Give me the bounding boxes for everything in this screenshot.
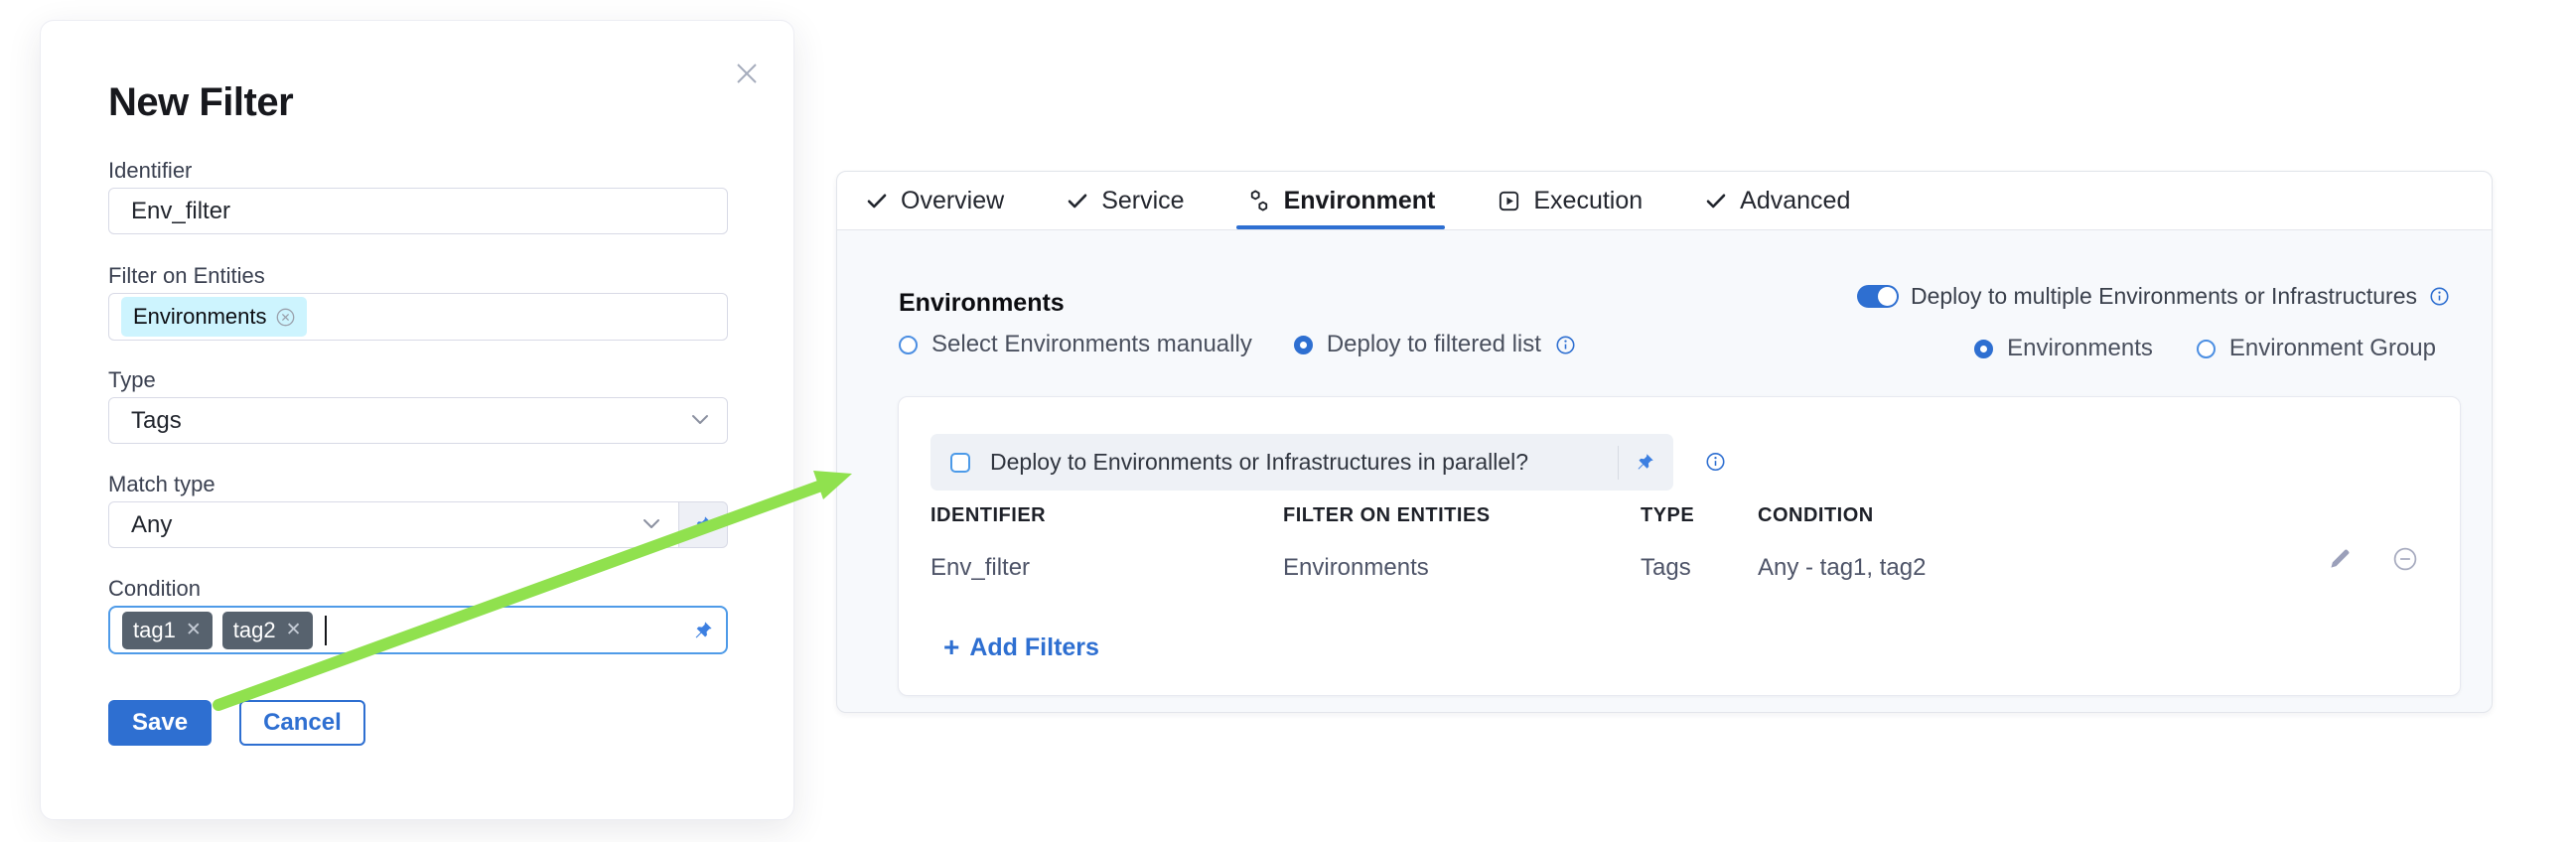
tab-service[interactable]: Service <box>1066 172 1184 229</box>
filter-on-entities-label: Filter on Entities <box>108 263 265 289</box>
tab-label: Service <box>1101 187 1184 215</box>
condition-chip-label: tag1 <box>133 618 176 643</box>
chevron-down-icon <box>643 516 660 534</box>
type-value: Tags <box>109 407 182 435</box>
pin-icon <box>692 514 714 536</box>
radio-icon[interactable] <box>899 336 918 354</box>
toggle-knob <box>1878 287 1897 306</box>
tab-advanced[interactable]: Advanced <box>1704 172 1850 229</box>
save-button[interactable]: Save <box>108 700 212 746</box>
condition-chip[interactable]: tag2 ✕ <box>222 612 313 649</box>
match-type-pin-button[interactable] <box>679 501 728 548</box>
tab-execution[interactable]: Execution <box>1497 172 1643 229</box>
environment-icon <box>1246 188 1272 213</box>
modal-title: New Filter <box>108 80 293 125</box>
parallel-checkbox[interactable] <box>950 453 970 473</box>
tab-overview[interactable]: Overview <box>865 172 1004 229</box>
type-label: Type <box>108 367 156 393</box>
radio-icon[interactable] <box>2197 340 2216 358</box>
tab-label: Overview <box>901 187 1004 215</box>
parallel-option-bar: Deploy to Environments or Infrastructure… <box>930 434 1673 491</box>
check-icon <box>1704 189 1728 212</box>
cell-type: Tags <box>1641 554 1691 582</box>
cell-identifier: Env_filter <box>930 554 1030 582</box>
plus-icon: + <box>943 632 959 663</box>
check-icon <box>1066 189 1089 212</box>
entities-chip[interactable]: Environments <box>121 297 307 337</box>
pin-icon <box>692 620 714 641</box>
identifier-label: Identifier <box>108 158 192 184</box>
minus-circle-icon <box>2392 546 2418 572</box>
pin-icon <box>1635 452 1655 473</box>
chip-remove-icon[interactable]: ✕ <box>286 621 302 639</box>
radio-label: Deploy to filtered list <box>1327 331 1541 358</box>
check-icon <box>865 189 889 212</box>
tab-label: Advanced <box>1740 187 1850 215</box>
col-header-identifier: IDENTIFIER <box>930 504 1046 527</box>
edit-filter-button[interactable] <box>2327 544 2355 572</box>
add-filters-button[interactable]: + Add Filters <box>943 632 1099 663</box>
stage-tabbar: Overview Service Environment Execution A… <box>837 172 2492 230</box>
radio-label: Environment Group <box>2229 335 2436 362</box>
info-icon[interactable] <box>2429 286 2450 307</box>
identifier-value: Env_filter <box>109 198 230 225</box>
parallel-pin-button[interactable] <box>1619 452 1659 473</box>
radio-environment-group[interactable]: Environment Group <box>2197 335 2436 362</box>
new-filter-modal: New Filter Identifier Env_filter Filter … <box>40 20 794 820</box>
condition-label: Condition <box>108 576 201 602</box>
pipeline-stage-panel: Overview Service Environment Execution A… <box>836 171 2493 713</box>
type-select[interactable]: Tags <box>108 397 728 444</box>
filter-on-entities-input[interactable]: Environments <box>108 293 728 341</box>
cell-condition: Any - tag1, tag2 <box>1758 554 1926 582</box>
toggle-label: Deploy to multiple Environments or Infra… <box>1911 283 2417 310</box>
chip-remove-icon[interactable]: ✕ <box>186 621 202 639</box>
identifier-input[interactable]: Env_filter <box>108 188 728 234</box>
condition-input[interactable]: tag1 ✕ tag2 ✕ <box>108 606 728 654</box>
radio-deploy-filtered[interactable]: Deploy to filtered list <box>1294 331 1576 358</box>
tab-label: Environment <box>1284 187 1436 215</box>
radio-label: Select Environments manually <box>931 331 1252 358</box>
info-icon[interactable] <box>1705 452 1726 473</box>
col-header-type: TYPE <box>1641 504 1694 527</box>
close-icon[interactable] <box>730 57 764 90</box>
entities-chip-label: Environments <box>133 304 267 330</box>
remove-filter-button[interactable] <box>2392 546 2418 572</box>
radio-select-manually[interactable]: Select Environments manually <box>899 331 1252 358</box>
radio-icon-selected[interactable] <box>1294 336 1313 354</box>
radio-label: Environments <box>2007 335 2153 362</box>
radio-icon-selected[interactable] <box>1974 340 1993 358</box>
cell-filter-on-entities: Environments <box>1283 554 1429 582</box>
match-type-value: Any <box>109 511 172 539</box>
environments-heading: Environments <box>899 289 1065 318</box>
multi-env-toggle[interactable] <box>1857 285 1899 308</box>
info-icon[interactable] <box>1555 335 1576 355</box>
filters-card: Deploy to Environments or Infrastructure… <box>898 396 2461 696</box>
tab-label: Execution <box>1533 187 1643 215</box>
chevron-down-icon <box>691 412 709 430</box>
col-header-filter-on-entities: FILTER ON ENTITIES <box>1283 504 1491 527</box>
match-type-label: Match type <box>108 472 215 497</box>
condition-chip-label: tag2 <box>233 618 276 643</box>
condition-pin-button[interactable] <box>692 620 714 641</box>
condition-chip[interactable]: tag1 ✕ <box>122 612 213 649</box>
radio-environments[interactable]: Environments <box>1974 335 2153 362</box>
col-header-condition: CONDITION <box>1758 504 1874 527</box>
tab-environment[interactable]: Environment <box>1246 172 1436 229</box>
match-type-select[interactable]: Any <box>108 501 679 548</box>
pencil-icon <box>2327 544 2355 572</box>
parallel-label: Deploy to Environments or Infrastructure… <box>990 449 1528 476</box>
text-cursor <box>325 616 327 645</box>
chip-remove-icon[interactable] <box>276 308 295 327</box>
add-filters-label: Add Filters <box>969 633 1099 662</box>
execution-icon <box>1497 189 1521 213</box>
cancel-button[interactable]: Cancel <box>239 700 365 746</box>
